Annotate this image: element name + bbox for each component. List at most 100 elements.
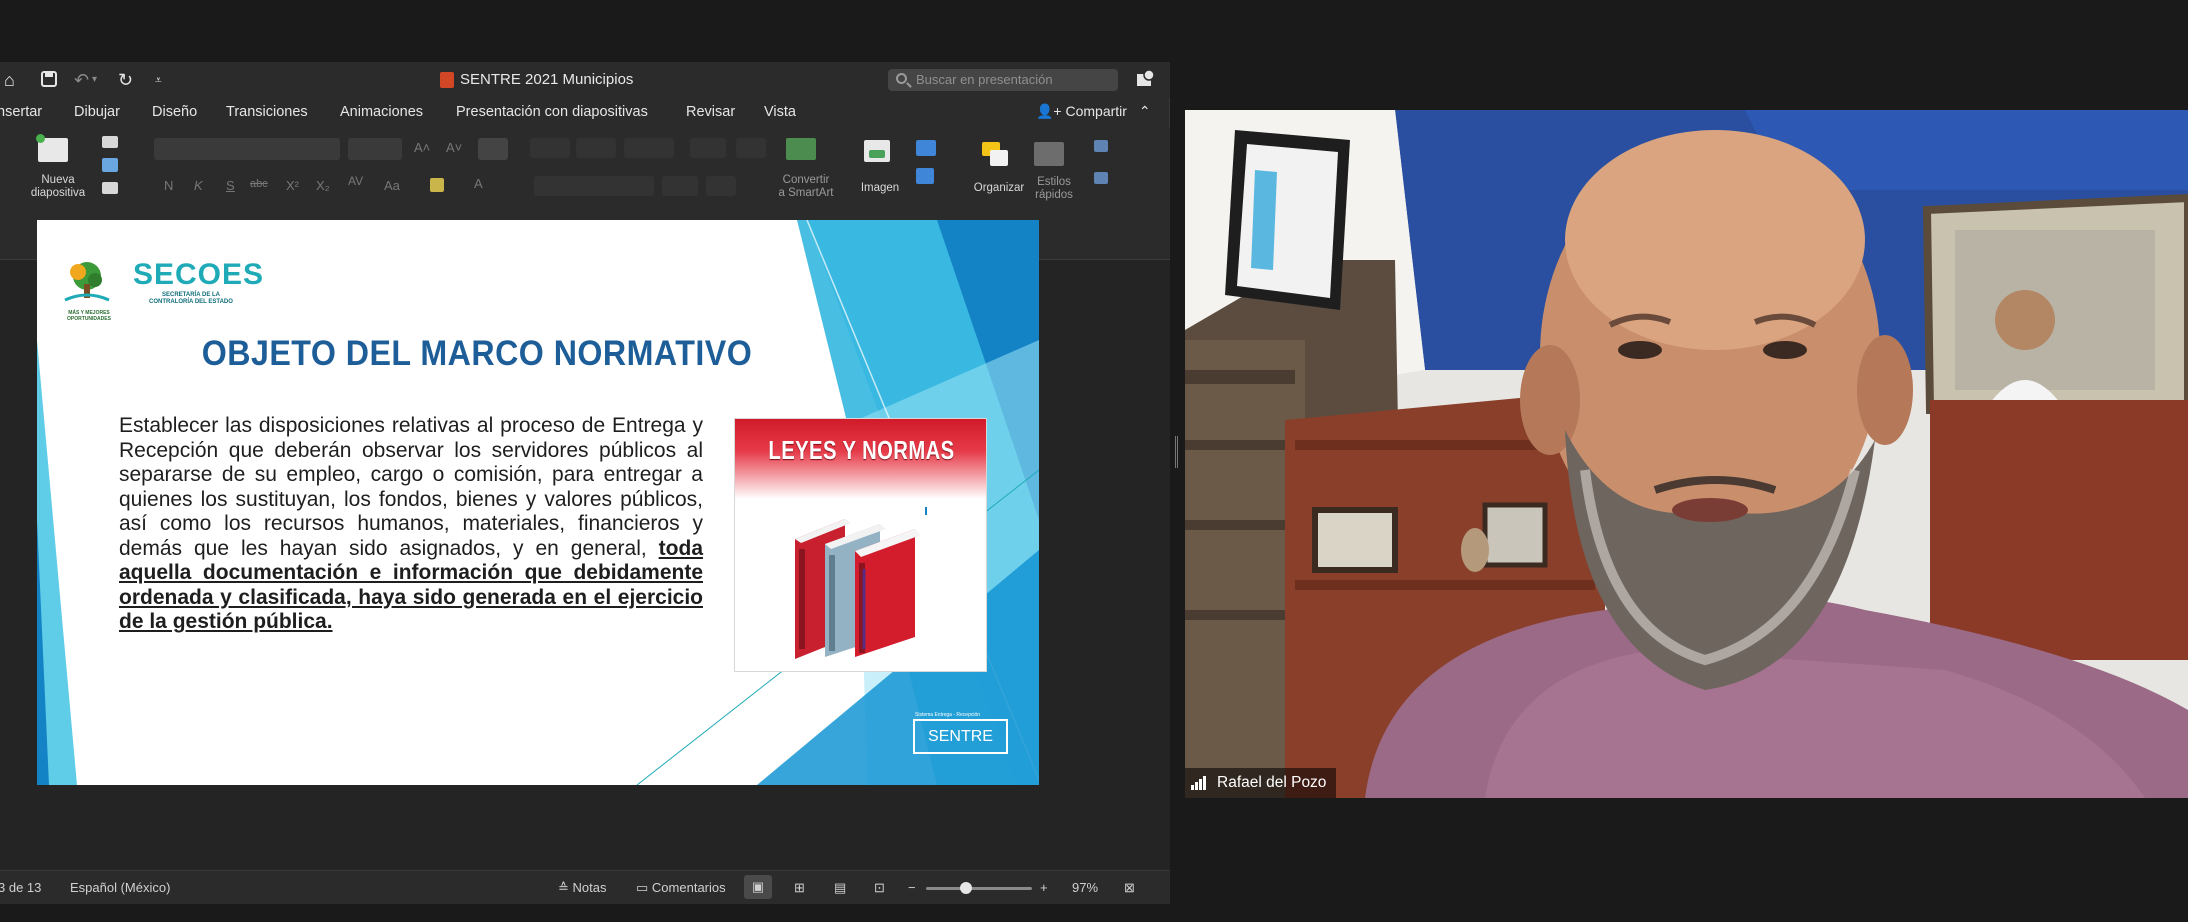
normal-view-icon[interactable]: ▣ <box>744 875 772 899</box>
tab-transiciones[interactable]: Transiciones <box>226 104 308 120</box>
underline-icon[interactable]: S <box>226 178 235 193</box>
body-plain-text: Establecer las disposiciones relativas a… <box>119 414 703 560</box>
numbering-button[interactable] <box>576 138 616 158</box>
layout-icon[interactable] <box>102 136 118 148</box>
italic-icon[interactable]: K <box>194 178 203 193</box>
comments-label: Comentarios <box>651 880 726 895</box>
laws-image-card: LEYES Y NORMAS <box>734 418 987 672</box>
notes-label: Notas <box>572 880 607 895</box>
profile-icon[interactable] <box>1135 68 1157 90</box>
highlight-icon[interactable] <box>430 178 444 192</box>
font-size-select[interactable] <box>348 138 402 160</box>
add-person-icon: 👤+ <box>1036 103 1062 119</box>
search-icon <box>896 73 907 84</box>
bold-icon[interactable]: N <box>164 178 173 193</box>
save-icon[interactable] <box>40 70 58 90</box>
font-color-icon[interactable]: A <box>474 176 483 191</box>
logo-tree-caption: MÁS Y MEJORES OPORTUNIDADES <box>67 310 111 322</box>
screen: ⌂ ↶ ▾ ↻ ⩡ SENTRE 2021 Municipios Buscar … <box>0 0 2188 922</box>
participant-video[interactable]: Rafael del Pozo <box>1185 110 2188 798</box>
fit-slide-icon[interactable]: ⊠ <box>1124 880 1135 896</box>
align-text-button[interactable] <box>706 176 736 196</box>
zoom-level[interactable]: 97% <box>1072 880 1098 895</box>
participant-name-tag: Rafael del Pozo <box>1185 768 1337 798</box>
tab-animaciones[interactable]: Animaciones <box>340 104 423 120</box>
document-title-text: SENTRE 2021 Municipios <box>460 71 634 88</box>
tab-insertar[interactable]: nsertar <box>0 104 42 120</box>
sentre-button[interactable]: SENTRE <box>913 719 1008 754</box>
comments-button[interactable]: ▭ Comentarios <box>636 880 726 896</box>
clear-format-icon[interactable] <box>478 138 508 160</box>
zoom-out-icon[interactable]: − <box>908 880 916 895</box>
undo-dropdown-icon[interactable]: ▾ <box>92 70 97 90</box>
zoom-slider[interactable] <box>926 887 1032 890</box>
slide-canvas[interactable]: MÁS Y MEJORES OPORTUNIDADES SECOES SECRE… <box>37 220 1039 785</box>
superscript-icon[interactable]: X² <box>286 178 299 193</box>
state-tree-logo <box>64 262 110 302</box>
share-button[interactable]: 👤+ Compartir ⌃ <box>1036 103 1151 120</box>
change-case-icon[interactable]: Aa <box>384 178 400 193</box>
quick-styles-icon[interactable] <box>1034 142 1064 166</box>
arrange-front-icon <box>990 150 1008 166</box>
slide-body-text: Establecer las disposiciones relativas a… <box>119 414 703 635</box>
secoes-logo: SECOES <box>133 258 265 291</box>
tab-presentacion[interactable]: Presentación con diapositivas <box>456 104 648 120</box>
decrease-font-icon[interactable]: A˅ <box>446 140 462 155</box>
text-direction-button[interactable] <box>662 176 698 196</box>
new-slide-label[interactable]: Nueva diapositiva <box>22 174 94 200</box>
strikethrough-icon[interactable]: abc <box>250 178 268 190</box>
ribbon-tabs: nsertar Dibujar Diseño Transiciones Anim… <box>0 98 1170 128</box>
zoom-in-icon[interactable]: + <box>1040 880 1048 895</box>
slide-counter: 3 de 13 <box>0 880 42 895</box>
status-bar: 3 de 13 Español (México) ≙ Notas ▭ Comen… <box>0 870 1170 904</box>
image-label[interactable]: Imagen <box>852 182 908 195</box>
tab-diseno[interactable]: Diseño <box>152 104 197 120</box>
undo-icon[interactable]: ↶ <box>74 70 89 90</box>
participant-video-frame <box>1185 110 2188 798</box>
secoes-logo-subtitle: SECRETARÍA DE LA CONTRALORÍA DEL ESTADO <box>149 292 233 305</box>
indent-buttons[interactable] <box>624 138 674 158</box>
reset-icon[interactable] <box>102 158 118 172</box>
columns-button[interactable] <box>736 138 766 158</box>
document-title: SENTRE 2021 Municipios <box>440 71 633 88</box>
tab-vista[interactable]: Vista <box>764 104 796 120</box>
language-indicator[interactable]: Español (México) <box>70 880 170 895</box>
quick-styles-label[interactable]: Estilos rápidos <box>1024 176 1084 202</box>
reading-view-icon[interactable]: ▤ <box>834 880 846 896</box>
char-spacing-icon[interactable]: AV <box>348 174 363 188</box>
zoom-slider-thumb[interactable] <box>960 882 973 894</box>
search-input[interactable]: Buscar en presentación <box>888 69 1118 91</box>
tab-dibujar[interactable]: Dibujar <box>74 104 120 120</box>
add-badge-icon <box>36 134 45 143</box>
slide-title: OBJETO DEL MARCO NORMATIVO <box>201 334 753 373</box>
line-spacing-button[interactable] <box>690 138 726 158</box>
shape-fill-icon[interactable] <box>1094 140 1108 152</box>
image-mountain-icon <box>869 150 885 158</box>
alignment-buttons[interactable] <box>534 176 654 196</box>
smartart-icon[interactable] <box>786 138 816 160</box>
shape-outline-icon[interactable] <box>1094 172 1108 184</box>
notes-button[interactable]: ≙ Notas <box>558 880 607 896</box>
tab-revisar[interactable]: Revisar <box>686 104 735 120</box>
subscript-icon[interactable]: X₂ <box>316 178 330 193</box>
increase-font-icon[interactable]: A˄ <box>414 140 430 155</box>
collapse-ribbon-icon[interactable]: ⌃ <box>1139 103 1151 119</box>
panel-splitter-handle[interactable] <box>1175 436 1178 468</box>
laws-card-title: LEYES Y NORMAS <box>768 435 955 465</box>
books-illustration <box>795 507 927 659</box>
comment-icon: ▭ <box>636 880 649 895</box>
signal-strength-icon <box>1191 776 1209 790</box>
sentre-caption: Sistema Entrega - Recepción <box>915 712 981 718</box>
shapes-icon[interactable] <box>916 140 936 156</box>
font-family-select[interactable] <box>154 138 340 160</box>
customize-toolbar-icon[interactable]: ⩡ <box>155 70 162 90</box>
share-label: Compartir <box>1065 103 1127 119</box>
convert-smartart-label[interactable]: Convertir a SmartArt <box>772 174 840 200</box>
bullets-button[interactable] <box>530 138 570 158</box>
home-icon[interactable]: ⌂ <box>4 70 15 90</box>
section-icon[interactable] <box>102 182 118 194</box>
textbox-icon[interactable] <box>916 168 934 184</box>
slide-sorter-icon[interactable]: ⊞ <box>794 880 805 896</box>
redo-icon[interactable]: ↻ <box>118 70 133 90</box>
slideshow-icon[interactable]: ⊡ <box>874 880 885 896</box>
